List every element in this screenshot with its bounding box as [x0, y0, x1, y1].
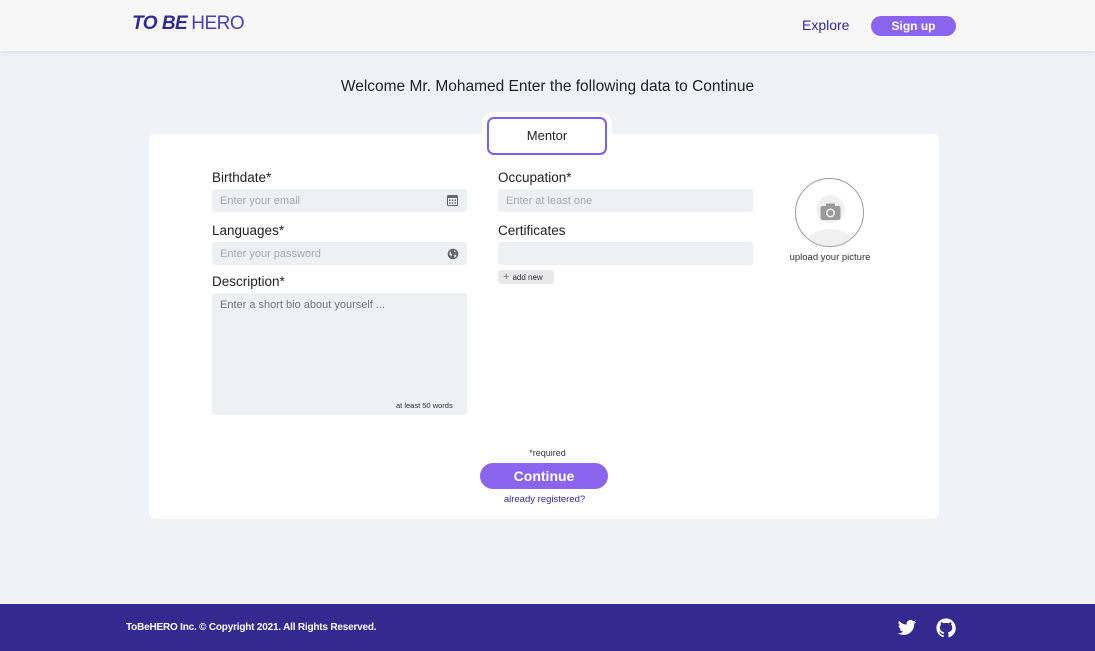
twitter-icon[interactable]: [897, 618, 917, 638]
camera-icon: [803, 195, 858, 246]
birthdate-label: Birthdate*: [212, 170, 272, 185]
calendar-icon[interactable]: [447, 194, 458, 209]
occupation-input[interactable]: [498, 189, 753, 212]
certificates-label: Certificates: [498, 223, 566, 238]
logo-light-text: HERO: [191, 13, 245, 34]
description-label: Description*: [212, 274, 285, 289]
logo[interactable]: TO BE HERO: [132, 13, 245, 35]
description-word-hint: at least 50 words: [396, 401, 453, 410]
upload-picture-label: upload your picture: [789, 252, 871, 263]
required-note: *required: [529, 448, 566, 458]
certificates-input[interactable]: [498, 242, 753, 265]
sign-up-button[interactable]: Sign up: [871, 16, 956, 36]
copyright-text: ToBeHERO Inc. © Copyright 2021. All Righ…: [126, 622, 377, 633]
explore-link[interactable]: Explore: [802, 17, 849, 33]
footer: ToBeHERO Inc. © Copyright 2021. All Righ…: [0, 604, 1095, 651]
plus-icon: +: [503, 271, 510, 283]
description-textarea[interactable]: [212, 293, 467, 415]
occupation-label: Occupation*: [498, 170, 572, 185]
avatar-upload[interactable]: [795, 178, 864, 247]
add-new-label: add new: [512, 273, 543, 282]
logo-bold-text: TO BE: [132, 13, 188, 34]
add-certificate-button[interactable]: + add new: [498, 270, 554, 284]
birthdate-input[interactable]: [212, 189, 467, 212]
already-registered-link[interactable]: already registered?: [0, 494, 1089, 505]
tab-mentor[interactable]: Mentor: [487, 117, 607, 155]
welcome-message: Welcome Mr. Mohamed Enter the following …: [340, 78, 755, 95]
globe-icon[interactable]: [447, 248, 459, 263]
github-icon[interactable]: [936, 618, 956, 638]
languages-input[interactable]: [212, 242, 467, 265]
top-navbar: TO BE HERO Explore Sign up: [0, 0, 1095, 51]
continue-button[interactable]: Continue: [480, 463, 608, 489]
languages-label: Languages*: [212, 223, 285, 238]
